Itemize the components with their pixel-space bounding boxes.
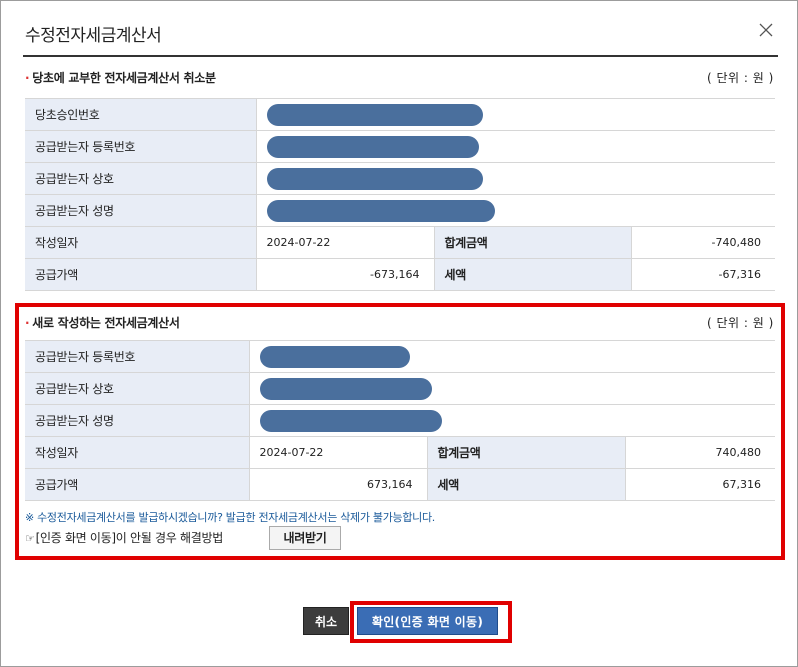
new-total-amount-label: 합계금액: [426, 436, 626, 469]
new-recipient-reg-no-value: [249, 340, 776, 373]
table-row: 공급받는자 상호: [25, 162, 776, 195]
recipient-reg-no-value: [256, 130, 776, 163]
help-row: ☞[인증 화면 이동]이 안될 경우 해결방법: [25, 529, 223, 546]
dialog-window: 수정전자세금계산서 · 당초에 교부한 전자세금계산서 취소분 ( 단위 : 원 …: [0, 0, 798, 667]
close-icon[interactable]: [755, 19, 777, 41]
new-issue-date-value: 2024-07-22: [249, 436, 427, 469]
table-row: 공급받는자 성명: [25, 404, 776, 437]
table-row: 작성일자 2024-07-22 합계금액 -740,480: [25, 226, 776, 259]
new-tax-amount-label: 세액: [426, 468, 626, 501]
new-recipient-name-value: [249, 404, 776, 437]
table-row: 공급받는자 등록번호: [25, 340, 776, 373]
new-recipient-name-label: 공급받는자 성명: [25, 404, 250, 437]
issue-date-value: 2024-07-22: [256, 226, 434, 259]
table-row: 작성일자 2024-07-22 합계금액 740,480: [25, 436, 776, 469]
help-text: [인증 화면 이동]이 안될 경우 해결방법: [35, 531, 224, 545]
redacted-value: [266, 103, 483, 126]
table-row: 당초승인번호: [25, 98, 776, 131]
table-row: 공급받는자 등록번호: [25, 130, 776, 163]
new-recipient-company-label: 공급받는자 상호: [25, 372, 250, 405]
redacted-value: [266, 135, 479, 158]
new-issue-date-label: 작성일자: [25, 436, 250, 469]
pointing-hand-icon: ☞: [25, 532, 35, 545]
original-invoice-table: 당초승인번호 공급받는자 등록번호 공급받는자 상호 공급받는자 성명 작성일자…: [25, 98, 776, 291]
confirm-button[interactable]: 확인(인증 화면 이동): [357, 607, 498, 635]
new-heading-text: 새로 작성하는 전자세금계산서: [32, 316, 180, 330]
original-section-heading: · 당초에 교부한 전자세금계산서 취소분: [25, 69, 216, 86]
title-divider: [23, 55, 778, 57]
new-total-amount-value: 740,480: [625, 436, 776, 469]
total-amount-label: 합계금액: [433, 226, 632, 259]
approval-no-value: [256, 98, 776, 131]
download-button[interactable]: 내려받기: [269, 526, 341, 550]
recipient-name-value: [256, 194, 776, 227]
tax-amount-label: 세액: [433, 258, 632, 291]
new-supply-amount-value: 673,164: [249, 468, 427, 501]
supply-amount-label: 공급가액: [25, 258, 257, 291]
new-tax-amount-value: 67,316: [625, 468, 776, 501]
tax-amount-value: -67,316: [631, 258, 776, 291]
issue-date-label: 작성일자: [25, 226, 257, 259]
cancel-button[interactable]: 취소: [303, 607, 349, 635]
table-row: 공급받는자 성명: [25, 194, 776, 227]
new-unit-label: ( 단위 : 원 ): [707, 316, 774, 330]
table-row: 공급가액 -673,164 세액 -67,316: [25, 258, 776, 291]
new-recipient-company-value: [249, 372, 776, 405]
redacted-value: [266, 167, 483, 190]
redacted-value: [266, 199, 495, 222]
recipient-company-value: [256, 162, 776, 195]
recipient-name-label: 공급받는자 성명: [25, 194, 257, 227]
approval-no-label: 당초승인번호: [25, 98, 257, 131]
redacted-value: [259, 409, 442, 432]
total-amount-value: -740,480: [631, 226, 776, 259]
dialog-title: 수정전자세금계산서: [25, 26, 162, 46]
new-section-heading: · 새로 작성하는 전자세금계산서: [25, 314, 180, 331]
original-unit-label: ( 단위 : 원 ): [707, 71, 774, 85]
original-heading-text: 당초에 교부한 전자세금계산서 취소분: [32, 71, 216, 85]
recipient-reg-no-label: 공급받는자 등록번호: [25, 130, 257, 163]
bullet-icon: ·: [25, 316, 30, 330]
new-invoice-table: 공급받는자 등록번호 공급받는자 상호 공급받는자 성명 작성일자 2024-0…: [25, 340, 776, 501]
table-row: 공급받는자 상호: [25, 372, 776, 405]
redacted-value: [259, 377, 432, 400]
redacted-value: [259, 345, 410, 368]
supply-amount-value: -673,164: [256, 258, 434, 291]
new-recipient-reg-no-label: 공급받는자 등록번호: [25, 340, 250, 373]
irreversible-notice: ※ 수정전자세금계산서를 발급하시겠습니까? 발급한 전자세금계산서는 삭제가 …: [25, 511, 435, 524]
bullet-icon: ·: [25, 71, 30, 85]
recipient-company-label: 공급받는자 상호: [25, 162, 257, 195]
new-supply-amount-label: 공급가액: [25, 468, 250, 501]
table-row: 공급가액 673,164 세액 67,316: [25, 468, 776, 501]
